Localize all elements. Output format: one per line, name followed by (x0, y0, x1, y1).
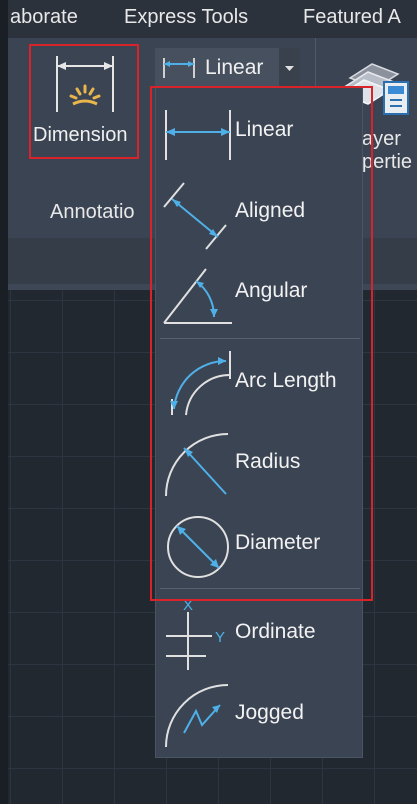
tab-featured-apps[interactable]: Featured A (303, 6, 401, 29)
linear-small-icon (163, 58, 195, 78)
svg-text:Y: Y (215, 629, 225, 646)
menu-item-label: Jogged (235, 701, 304, 724)
jogged-icon (165, 684, 229, 748)
menu-item-ordinate[interactable]: X Y Ordinate (156, 594, 362, 674)
tab-collaborate[interactable]: aborate (10, 6, 78, 29)
linear-dropdown-arrow[interactable] (279, 48, 300, 88)
ribbon-tab-bar: aborate Express Tools Featured A (0, 0, 417, 38)
menu-item-label: Ordinate (235, 620, 316, 643)
dimension-highlight-box (29, 44, 139, 159)
dropdown-highlight-box (150, 86, 373, 601)
tab-express-tools[interactable]: Express Tools (124, 6, 248, 29)
left-window-edge (0, 0, 8, 804)
ordinate-icon: X Y (166, 597, 225, 670)
linear-dimension-split-button[interactable]: Linear (155, 48, 300, 88)
annotation-panel-label[interactable]: Annotatio (50, 201, 135, 224)
chevron-down-icon (285, 66, 294, 71)
linear-button-label: Linear (205, 56, 264, 79)
menu-item-jogged[interactable]: Jogged (156, 675, 362, 755)
